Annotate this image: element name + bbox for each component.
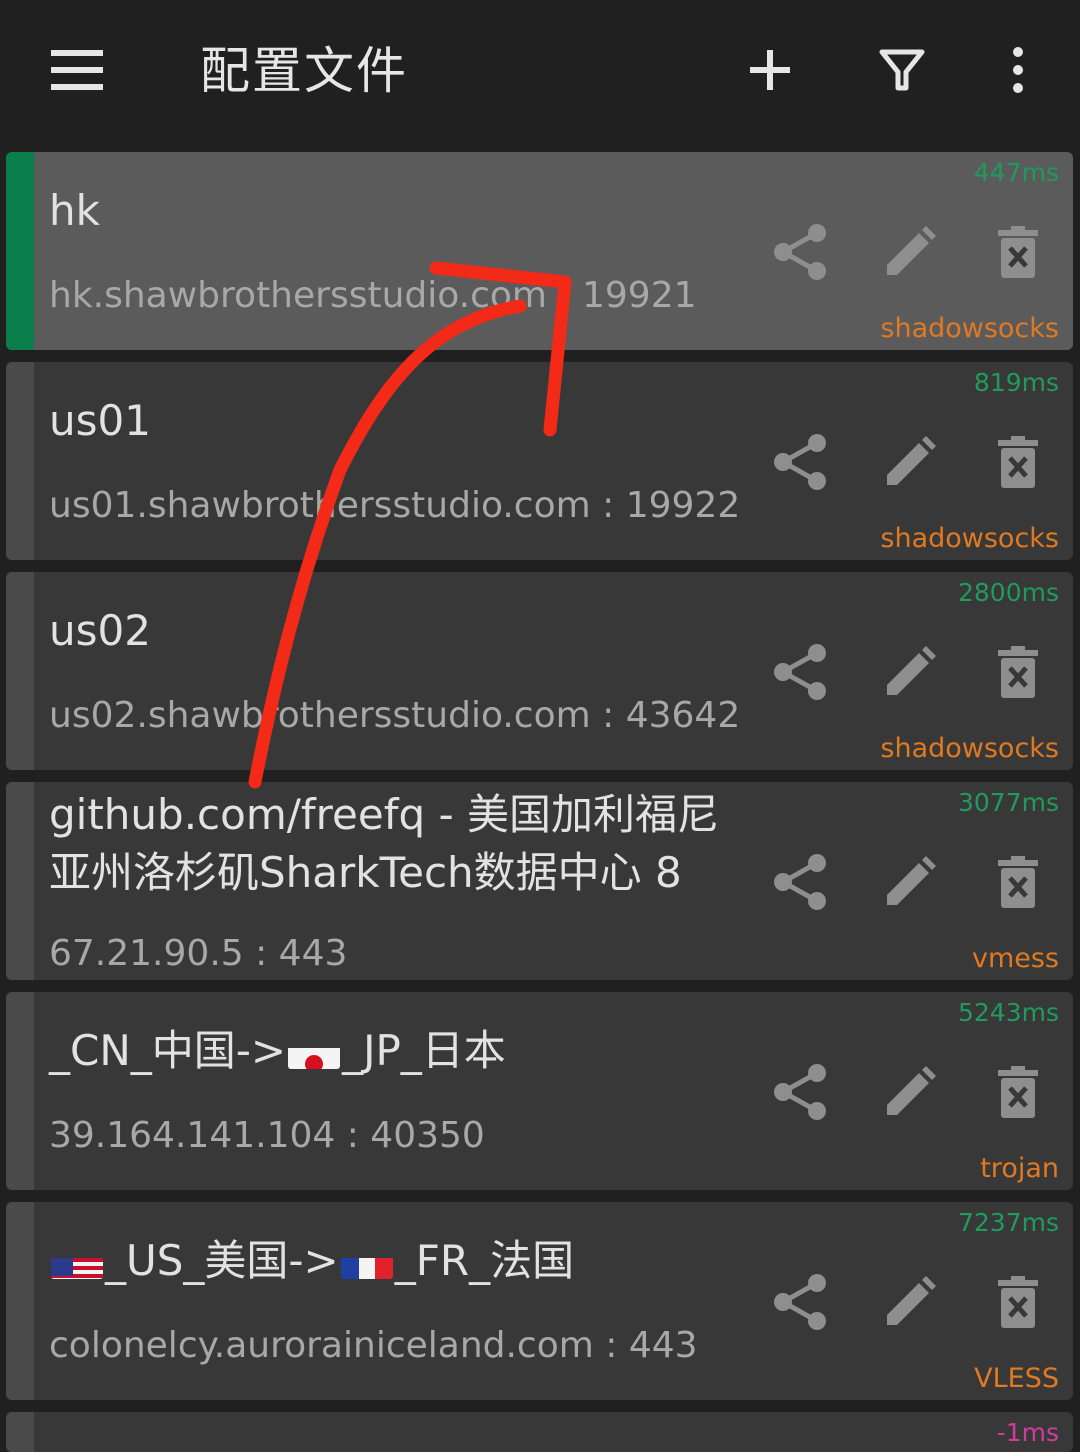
server-name: us01 bbox=[49, 396, 151, 445]
server-address: colonelcy.aurorainiceland.com : 443 bbox=[49, 1325, 698, 1366]
card-indicator bbox=[6, 992, 34, 1190]
server-card[interactable]: us01 us01.shawbrothersstudio.com : 19922… bbox=[6, 362, 1073, 560]
page-title: 配置文件 bbox=[200, 42, 408, 100]
server-card[interactable]: hk hk.shawbrothersstudio.com : 19921 447… bbox=[6, 152, 1073, 350]
share-icon[interactable] bbox=[768, 1060, 832, 1124]
share-icon[interactable] bbox=[768, 220, 832, 284]
server-name: _CN_中国-> _JP_日本 bbox=[49, 1022, 749, 1080]
latency-label: 447ms bbox=[973, 158, 1059, 187]
edit-pencil-icon[interactable] bbox=[878, 430, 942, 494]
latency-label: 5243ms bbox=[957, 998, 1059, 1027]
name-part: _CN_中国-> bbox=[49, 1026, 287, 1075]
share-icon[interactable] bbox=[768, 430, 832, 494]
edit-pencil-icon[interactable] bbox=[878, 640, 942, 704]
name-part: _JP_日本 bbox=[342, 1026, 506, 1075]
server-name: _US_美国-> _FR_法国 bbox=[49, 1232, 749, 1290]
france-flag-icon bbox=[340, 1247, 393, 1279]
latency-label: 2800ms bbox=[957, 578, 1059, 607]
app-toolbar: 配置文件 bbox=[0, 0, 1080, 140]
server-address: us01.shawbrothersstudio.com : 19922 bbox=[49, 485, 741, 526]
selected-indicator bbox=[6, 152, 34, 350]
share-icon[interactable] bbox=[768, 640, 832, 704]
server-card[interactable]: github.com/freefq - 美国加利福尼亚州洛杉矶SharkTech… bbox=[6, 782, 1073, 980]
name-part: _FR_法国 bbox=[394, 1236, 575, 1285]
edit-pencil-icon[interactable] bbox=[878, 1270, 942, 1334]
server-card[interactable]: us02 us02.shawbrothersstudio.com : 43642… bbox=[6, 572, 1073, 770]
server-card[interactable]: -1ms bbox=[6, 1412, 1073, 1452]
protocol-label: shadowsocks bbox=[880, 733, 1059, 764]
server-card[interactable]: _CN_中国-> _JP_日本 39.164.141.104 : 40350 52… bbox=[6, 992, 1073, 1190]
usa-flag-icon bbox=[51, 1247, 103, 1279]
share-icon[interactable] bbox=[768, 1270, 832, 1334]
card-indicator bbox=[6, 782, 34, 980]
protocol-label: shadowsocks bbox=[880, 313, 1059, 344]
edit-pencil-icon[interactable] bbox=[878, 1060, 942, 1124]
delete-icon[interactable] bbox=[986, 850, 1050, 914]
protocol-label: VLESS bbox=[974, 1363, 1059, 1394]
server-name: github.com/freefq - 美国加利福尼亚州洛杉矶SharkTech… bbox=[49, 790, 720, 897]
protocol-label: shadowsocks bbox=[880, 523, 1059, 554]
server-name: hk bbox=[49, 186, 100, 235]
share-icon[interactable] bbox=[768, 850, 832, 914]
server-name: us02 bbox=[49, 606, 151, 655]
latency-label: 3077ms bbox=[957, 788, 1059, 817]
protocol-label: trojan bbox=[980, 1153, 1059, 1184]
delete-icon[interactable] bbox=[986, 1270, 1050, 1334]
card-indicator bbox=[6, 1412, 34, 1452]
server-address: 67.21.90.5 : 443 bbox=[49, 933, 348, 974]
more-vert-icon[interactable] bbox=[978, 30, 1058, 110]
server-card[interactable]: _US_美国-> _FR_法国 colonelcy.aurorainiceland… bbox=[6, 1202, 1073, 1400]
name-part: _US_美国-> bbox=[105, 1236, 339, 1285]
delete-icon[interactable] bbox=[986, 430, 1050, 494]
latency-label: 819ms bbox=[973, 368, 1059, 397]
card-indicator bbox=[6, 362, 34, 560]
card-indicator bbox=[6, 1202, 34, 1400]
japan-flag-icon bbox=[288, 1037, 341, 1069]
server-address: 39.164.141.104 : 40350 bbox=[49, 1115, 485, 1156]
latency-label: -1ms bbox=[996, 1418, 1059, 1447]
delete-icon[interactable] bbox=[986, 220, 1050, 284]
delete-icon[interactable] bbox=[986, 640, 1050, 704]
protocol-label: vmess bbox=[971, 943, 1059, 974]
hamburger-menu-icon[interactable] bbox=[37, 30, 117, 110]
server-address: hk.shawbrothersstudio.com : 19921 bbox=[49, 275, 697, 316]
server-address: us02.shawbrothersstudio.com : 43642 bbox=[49, 695, 741, 736]
edit-pencil-icon[interactable] bbox=[878, 850, 942, 914]
filter-icon[interactable] bbox=[862, 30, 942, 110]
delete-icon[interactable] bbox=[986, 1060, 1050, 1124]
latency-label: 7237ms bbox=[957, 1208, 1059, 1237]
card-indicator bbox=[6, 572, 34, 770]
edit-pencil-icon[interactable] bbox=[878, 220, 942, 284]
plus-icon[interactable] bbox=[730, 30, 810, 110]
